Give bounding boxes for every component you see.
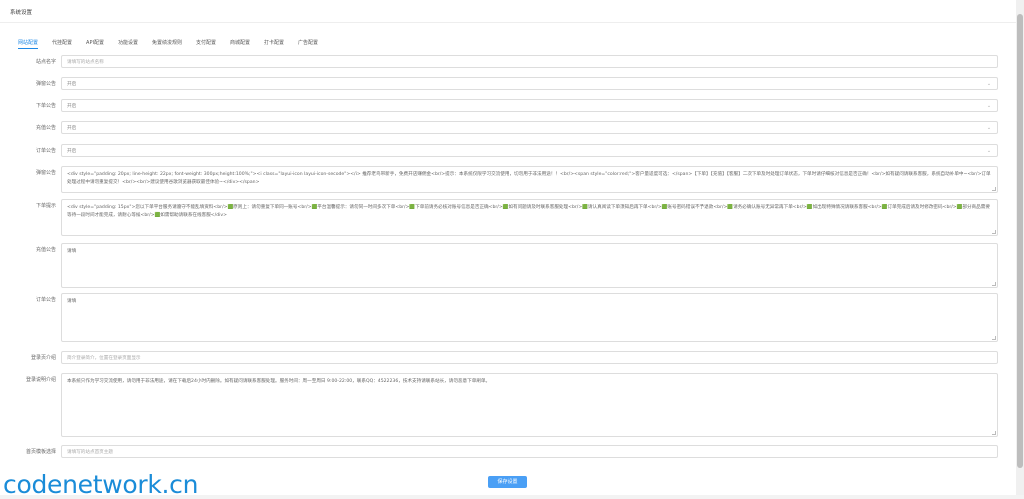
tab-4[interactable]: 免置绩浚规则 bbox=[152, 40, 182, 49]
field-label: 登录页介绍 bbox=[30, 355, 56, 361]
save-button[interactable]: 保存设置 bbox=[488, 476, 527, 488]
select-field[interactable]: 开启 ⌄ bbox=[61, 144, 998, 157]
resize-handle-icon[interactable] bbox=[992, 282, 996, 286]
field-value: 开启 bbox=[67, 81, 77, 87]
field-label: 订单公告 bbox=[35, 297, 56, 303]
field-label: 站点名字 bbox=[35, 59, 56, 65]
field-value: <div style="padding: 15px">您以下单平台服务请遵守不能… bbox=[67, 205, 990, 218]
field-value: 请填 bbox=[67, 299, 77, 304]
header-divider bbox=[0, 22, 1016, 23]
textarea-field[interactable]: 请填 bbox=[61, 243, 998, 288]
text-input[interactable]: 简介登录简介，位置在登录页面显示 bbox=[61, 351, 998, 364]
tab-8[interactable]: 广告配置 bbox=[298, 40, 318, 49]
field-label: 充值公告 bbox=[35, 247, 56, 253]
field-value: 开启 bbox=[67, 148, 77, 154]
textarea-field[interactable]: <div style="padding: 20px; line-height: … bbox=[61, 166, 998, 193]
field-label: 下单提示 bbox=[35, 203, 56, 209]
field-label: 充值公告 bbox=[35, 125, 56, 131]
field-value: 简介登录简介，位置在登录页面显示 bbox=[67, 355, 141, 361]
field-label: 弹窗公告 bbox=[35, 81, 56, 87]
settings-panel: 系统设置 网站配置 代挂配置 API配置 功能设置 免置绩浚规则 支付配置 商城配置 打卡配置… bbox=[0, 0, 1016, 495]
select-field[interactable]: 开启 ⌄ bbox=[61, 99, 998, 112]
tab-1[interactable]: 代挂配置 bbox=[52, 40, 72, 49]
resize-handle-icon[interactable] bbox=[992, 336, 996, 340]
field-value: <div style="padding: 20px; line-height: … bbox=[67, 172, 991, 185]
text-input[interactable]: 请填写的站点首页主题 bbox=[61, 445, 998, 458]
field-label: 下单公告 bbox=[35, 103, 56, 109]
field-value: 开启 bbox=[67, 103, 77, 109]
tab-0[interactable]: 网站配置 bbox=[18, 40, 39, 49]
scrollbar[interactable] bbox=[1016, 0, 1024, 495]
select-field[interactable]: 开启 ⌄ bbox=[61, 77, 998, 90]
field-value: 本系统只作为学习交流使用，请勿用于非法用途，请在下载后24小时内删除。如有疑问请… bbox=[67, 379, 491, 384]
textarea-field[interactable]: 本系统只作为学习交流使用，请勿用于非法用途，请在下载后24小时内删除。如有疑问请… bbox=[61, 373, 998, 437]
field-value: 请填写的站点首页主题 bbox=[67, 449, 113, 455]
field-value: 请填写的站点名称 bbox=[67, 59, 104, 65]
field-value: 请填 bbox=[67, 249, 77, 254]
field-label: 登录说明介绍 bbox=[25, 377, 56, 383]
field-value: 开启 bbox=[67, 125, 77, 131]
field-label: 弹窗公告 bbox=[35, 170, 56, 176]
chevron-down-icon: ⌄ bbox=[986, 80, 992, 87]
chevron-down-icon: ⌄ bbox=[986, 124, 992, 131]
textarea-field[interactable]: 请填 bbox=[61, 293, 998, 342]
field-label: 首页模板选择 bbox=[25, 449, 56, 455]
field-label: 订单公告 bbox=[35, 148, 56, 154]
tab-6[interactable]: 商城配置 bbox=[230, 40, 250, 49]
tab-2[interactable]: API配置 bbox=[86, 40, 104, 49]
tab-3[interactable]: 功能设置 bbox=[118, 40, 138, 49]
chevron-down-icon: ⌄ bbox=[986, 147, 992, 154]
text-input[interactable]: 请填写的站点名称 bbox=[61, 55, 998, 68]
select-field[interactable]: 开启 ⌄ bbox=[61, 121, 998, 134]
tab-bar: 网站配置 代挂配置 API配置 功能设置 免置绩浚规则 支付配置 商城配置 打卡配置 广告配置 bbox=[18, 40, 332, 50]
resize-handle-icon[interactable] bbox=[992, 187, 996, 191]
tab-7[interactable]: 打卡配置 bbox=[264, 40, 284, 49]
chevron-down-icon: ⌄ bbox=[986, 102, 992, 109]
resize-handle-icon[interactable] bbox=[992, 431, 996, 435]
scrollbar-thumb[interactable] bbox=[1017, 14, 1023, 468]
textarea-field[interactable]: <div style="padding: 15px">您以下单平台服务请遵守不能… bbox=[61, 199, 998, 236]
resize-handle-icon[interactable] bbox=[992, 230, 996, 234]
tab-5[interactable]: 支付配置 bbox=[196, 40, 216, 49]
page-title: 系统设置 bbox=[10, 10, 33, 16]
